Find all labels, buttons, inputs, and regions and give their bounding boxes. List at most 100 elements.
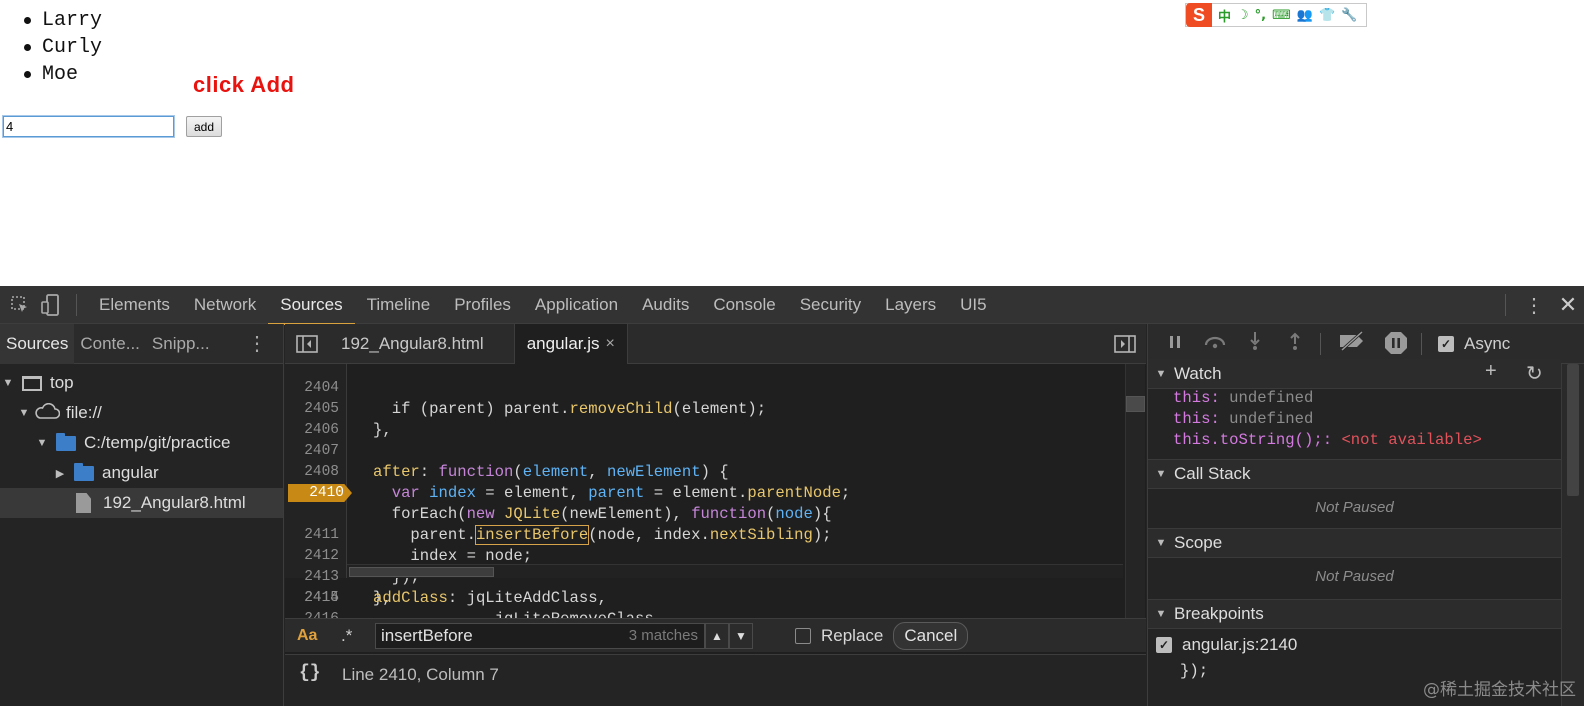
inspect-element-icon[interactable] bbox=[9, 294, 31, 316]
scrollbar-thumb[interactable] bbox=[1567, 364, 1579, 496]
cancel-search-button[interactable]: Cancel bbox=[893, 621, 969, 650]
line-number[interactable]: 2416 bbox=[285, 609, 345, 618]
add-watch-icon[interactable]: + bbox=[1485, 360, 1497, 383]
match-case-toggle[interactable]: Aa bbox=[297, 627, 327, 645]
breakpoint-marker[interactable]: 2410 bbox=[288, 484, 352, 502]
editor-tab-angular-js[interactable]: angular.js × bbox=[513, 323, 628, 364]
tree-node-angular-folder[interactable]: ▶ angular bbox=[0, 458, 283, 488]
toolbar-divider bbox=[76, 293, 77, 316]
more-options-icon[interactable]: ⋮ bbox=[1524, 293, 1544, 318]
expand-arrow-icon[interactable]: ▼ bbox=[1148, 608, 1174, 620]
expand-arrow-icon[interactable]: ▼ bbox=[1148, 537, 1174, 549]
keyboard-icon[interactable]: ⌨ bbox=[1272, 8, 1291, 23]
list-item: Moe bbox=[23, 61, 102, 88]
navigator-menu-icon[interactable]: ⋮ bbox=[247, 331, 267, 356]
replace-checkbox[interactable] bbox=[795, 627, 811, 644]
close-devtools-icon[interactable]: ✕ bbox=[1558, 292, 1578, 318]
skin-icon[interactable]: 👕 bbox=[1319, 8, 1335, 23]
tab-profiles[interactable]: Profiles bbox=[442, 286, 523, 324]
scrollbar-thumb[interactable] bbox=[349, 567, 494, 577]
refresh-watch-icon[interactable]: ↻ bbox=[1526, 361, 1543, 386]
file-icon bbox=[76, 493, 91, 513]
folder-icon bbox=[56, 432, 76, 451]
expand-arrow-icon[interactable]: ▼ bbox=[1148, 368, 1174, 380]
search-input[interactable]: insertBefore 3 matches bbox=[375, 622, 705, 649]
scope-section-header[interactable]: ▼ Scope bbox=[1148, 528, 1561, 558]
next-match-button[interactable]: ▼ bbox=[729, 622, 753, 649]
line-number[interactable]: 2415 bbox=[285, 588, 345, 609]
async-checkbox[interactable]: ✓ bbox=[1438, 335, 1454, 352]
item-input[interactable] bbox=[2, 115, 175, 138]
expand-arrow-icon[interactable]: ▼ bbox=[2, 377, 14, 389]
tab-sources[interactable]: Sources bbox=[268, 286, 355, 325]
tree-node-file-scheme[interactable]: ▼ file:// bbox=[0, 398, 283, 428]
section-title: Call Stack bbox=[1174, 464, 1251, 483]
tab-layers[interactable]: Layers bbox=[873, 286, 948, 324]
editor-vertical-scrollbar[interactable] bbox=[1125, 364, 1145, 618]
tab-security[interactable]: Security bbox=[788, 286, 873, 324]
tree-node-html-file[interactable]: 192_Angular8.html bbox=[0, 488, 283, 518]
previous-match-button[interactable]: ▲ bbox=[705, 622, 729, 649]
expand-arrow-icon[interactable]: ▼ bbox=[18, 407, 30, 419]
tab-timeline[interactable]: Timeline bbox=[355, 286, 443, 324]
call-stack-section-header[interactable]: ▼ Call Stack bbox=[1148, 459, 1561, 489]
nav-tab-sources[interactable]: Sources bbox=[0, 323, 75, 364]
sogou-logo-icon: S bbox=[1186, 3, 1212, 27]
editor-status-bar: {} Line 2410, Column 7 bbox=[285, 654, 1146, 706]
watch-key: this.toString(); bbox=[1173, 431, 1323, 449]
editor-tab-html[interactable]: 192_Angular8.html bbox=[329, 324, 496, 364]
breakpoint-checkbox[interactable]: ✓ bbox=[1156, 637, 1172, 653]
toggle-navigator-icon[interactable] bbox=[285, 334, 329, 353]
step-over-icon[interactable] bbox=[1202, 331, 1228, 357]
tab-network[interactable]: Network bbox=[182, 286, 268, 324]
tree-label: angular bbox=[102, 463, 159, 482]
collapse-arrow-icon[interactable]: ▶ bbox=[54, 467, 66, 480]
toggle-debugger-icon[interactable] bbox=[1112, 334, 1138, 353]
watch-entry[interactable]: this: undefined bbox=[1173, 409, 1313, 430]
breakpoints-section-header[interactable]: ▼ Breakpoints bbox=[1148, 599, 1561, 629]
toolbar-divider bbox=[1320, 332, 1321, 355]
nav-tab-content-scripts[interactable]: Conte... bbox=[74, 324, 146, 364]
expand-arrow-icon[interactable]: ▼ bbox=[36, 437, 48, 449]
watch-separator: : bbox=[1322, 431, 1342, 449]
wrench-icon[interactable]: 🔧 bbox=[1341, 8, 1357, 23]
tree-node-practice-folder[interactable]: ▼ C:/temp/git/practice bbox=[0, 428, 283, 458]
pause-icon[interactable] bbox=[1162, 331, 1188, 357]
code-area[interactable]: 2404 if (parent) parent.removeChild(elem… bbox=[285, 364, 1125, 618]
breakpoint-item[interactable]: ✓ angular.js:2140 bbox=[1156, 635, 1297, 655]
step-into-icon[interactable] bbox=[1242, 331, 1268, 357]
tab-application[interactable]: Application bbox=[523, 286, 630, 324]
punctuation-icon[interactable]: °, bbox=[1255, 8, 1266, 23]
tab-audits[interactable]: Audits bbox=[630, 286, 701, 324]
editor-horizontal-scrollbar[interactable] bbox=[347, 564, 1123, 578]
step-out-icon[interactable] bbox=[1282, 331, 1308, 357]
cursor-position: Line 2410, Column 7 bbox=[342, 665, 499, 684]
nav-tab-snippets[interactable]: Snipp... bbox=[146, 324, 216, 364]
tree-node-top[interactable]: ▼ top bbox=[0, 368, 283, 398]
deactivate-breakpoints-icon[interactable] bbox=[1335, 330, 1369, 357]
pause-on-exceptions-icon[interactable] bbox=[1383, 331, 1409, 357]
add-button[interactable]: add bbox=[186, 116, 222, 137]
watermark: @稀土掘金技术社区 bbox=[1423, 680, 1576, 700]
device-toggle-icon[interactable] bbox=[40, 293, 62, 316]
chinese-mode-icon[interactable]: 中 bbox=[1218, 6, 1231, 25]
toolbar-divider bbox=[1505, 294, 1506, 316]
close-tab-icon[interactable]: × bbox=[606, 324, 615, 364]
ime-toolbar[interactable]: S 中 ☽ °, ⌨ 👥 👕 🔧 bbox=[1185, 3, 1367, 27]
moon-icon[interactable]: ☽ bbox=[1237, 8, 1249, 23]
watch-section-header[interactable]: ▼ Watch + ↻ bbox=[1148, 359, 1561, 389]
pretty-print-button[interactable]: {} bbox=[299, 663, 321, 683]
tab-elements[interactable]: Elements bbox=[87, 286, 182, 324]
watch-entry[interactable]: this.toString();: <not available> bbox=[1173, 430, 1482, 451]
async-label: Async bbox=[1464, 333, 1511, 353]
scrollbar-thumb[interactable] bbox=[1126, 396, 1145, 412]
tab-ui5[interactable]: UI5 bbox=[948, 286, 998, 324]
users-icon[interactable]: 👥 bbox=[1297, 8, 1313, 23]
watch-entry[interactable]: this: undefined bbox=[1173, 388, 1313, 409]
code-line: 2409 forEach(new JQLite(newElement), fun… bbox=[285, 462, 1125, 523]
tab-console[interactable]: Console bbox=[701, 286, 787, 324]
regex-toggle[interactable]: .* bbox=[341, 626, 361, 646]
editor-tab-label: 192_Angular8.html bbox=[341, 333, 484, 353]
debugger-scrollbar[interactable] bbox=[1561, 364, 1584, 706]
expand-arrow-icon[interactable]: ▼ bbox=[1148, 468, 1174, 480]
